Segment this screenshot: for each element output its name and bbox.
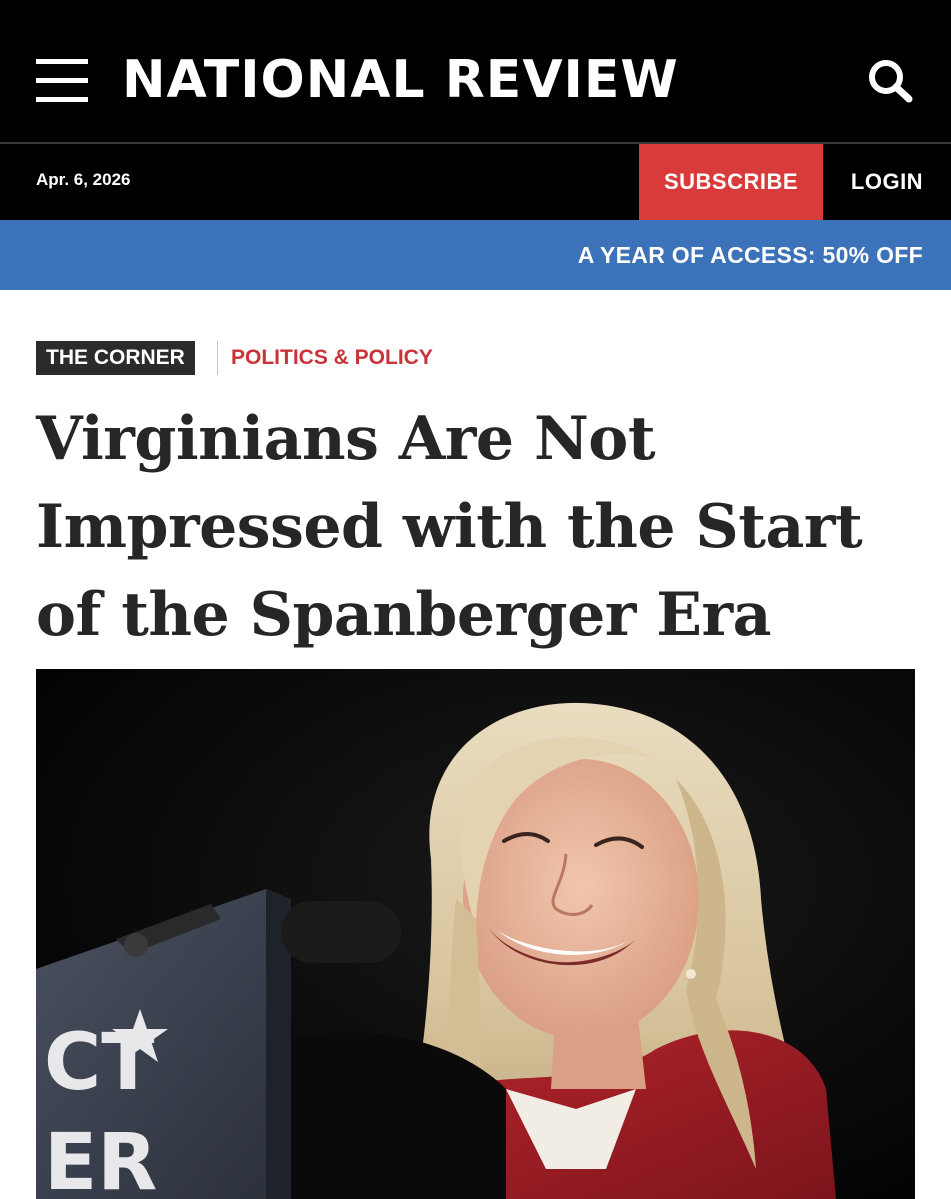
- menu-bar: [36, 59, 88, 64]
- menu-bar: [36, 97, 88, 102]
- kicker-tag[interactable]: THE CORNER: [36, 341, 195, 375]
- hero-photo-illustration: CT ER: [36, 669, 915, 1199]
- podium-text-bottom: ER: [44, 1118, 157, 1199]
- promo-banner[interactable]: A YEAR OF ACCESS: 50% OFF: [0, 220, 951, 290]
- promo-text: A YEAR OF ACCESS: 50% OFF: [577, 241, 923, 268]
- tag-divider: [217, 341, 218, 375]
- login-button[interactable]: LOGIN: [823, 144, 951, 220]
- masthead: NATIONAL REVIEW: [0, 0, 951, 144]
- article-headline: Virginians Are Not Impressed with the St…: [36, 404, 863, 650]
- current-date: Apr. 6, 2026: [36, 170, 131, 189]
- account-bar: Apr. 6, 2026 SUBSCRIBE LOGIN: [0, 144, 951, 220]
- menu-bar: [36, 78, 88, 83]
- article-tags: THE CORNER POLITICS & POLICY: [0, 290, 951, 390]
- subscribe-button[interactable]: SUBSCRIBE: [639, 144, 823, 220]
- search-icon[interactable]: [866, 58, 914, 104]
- hamburger-menu-icon[interactable]: [36, 59, 88, 103]
- hero-image: CT ER: [36, 669, 915, 1199]
- site-logo[interactable]: NATIONAL REVIEW: [122, 50, 679, 110]
- section-tag[interactable]: POLITICS & POLICY: [231, 341, 433, 375]
